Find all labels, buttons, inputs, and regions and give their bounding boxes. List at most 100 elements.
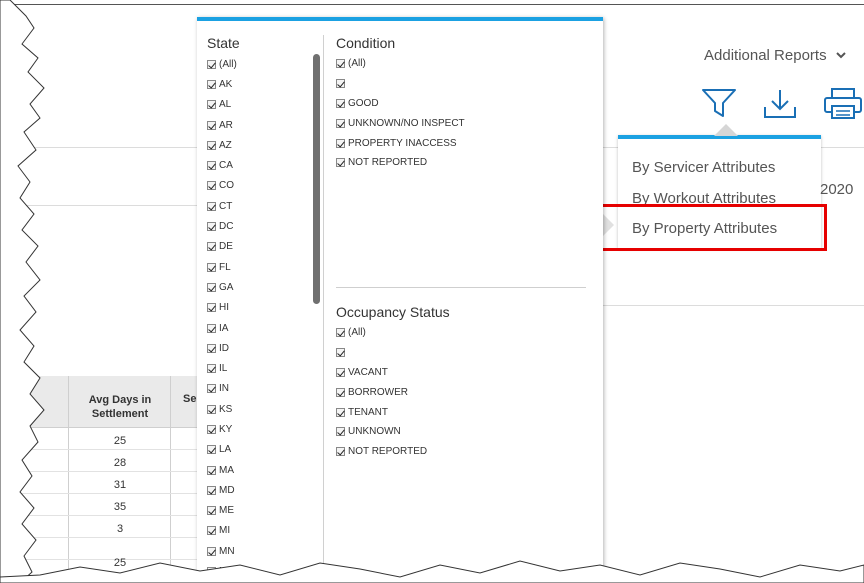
state-option[interactable]: AL (207, 95, 317, 115)
state-option-label: DE (219, 241, 233, 253)
condition-option[interactable]: (All) (336, 54, 586, 74)
checkbox[interactable] (207, 282, 216, 292)
checkbox[interactable] (336, 407, 345, 417)
state-scrollbar[interactable] (313, 54, 320, 304)
checkbox[interactable] (207, 465, 216, 475)
checkbox[interactable] (207, 526, 216, 536)
condition-option[interactable]: GOOD (336, 94, 586, 114)
state-option[interactable]: ME (207, 501, 317, 521)
column-header-avg-days[interactable]: Avg Days in Settlement (72, 393, 168, 421)
condition-option[interactable] (336, 74, 586, 94)
checkbox[interactable] (207, 242, 216, 252)
checkbox[interactable] (336, 158, 345, 168)
checkbox[interactable] (207, 100, 216, 110)
state-option[interactable]: CA (207, 155, 317, 175)
occupancy-option-label: TENANT (348, 406, 388, 418)
state-option-label: AL (219, 99, 232, 111)
state-option[interactable]: MA (207, 460, 317, 480)
state-option-label: ME (219, 505, 234, 517)
menu-caret (714, 124, 738, 136)
checkbox[interactable] (207, 140, 216, 150)
state-option[interactable]: AZ (207, 135, 317, 155)
date-fragment: 2020 (820, 181, 854, 198)
state-option-label: DC (219, 221, 234, 233)
state-option[interactable]: IN (207, 379, 317, 399)
checkbox[interactable] (336, 328, 345, 338)
checkbox[interactable] (207, 323, 216, 333)
state-option[interactable]: HI (207, 298, 317, 318)
column-header-partial[interactable]: Se (183, 393, 196, 405)
checkbox[interactable] (207, 303, 216, 313)
state-option[interactable]: MI (207, 521, 317, 541)
checkbox[interactable] (336, 79, 345, 89)
filter-panel: State (All) AK AL AR AZ CA CO CT DC DE FL GA HI IA ID I… (197, 17, 603, 583)
state-option-label: FL (219, 261, 231, 273)
state-option[interactable]: DE (207, 237, 317, 257)
checkbox[interactable] (207, 404, 216, 414)
occupancy-option[interactable]: NOT REPORTED (336, 442, 586, 462)
checkbox[interactable] (207, 79, 216, 89)
state-option[interactable]: CO (207, 176, 317, 196)
checkbox[interactable] (207, 59, 216, 69)
occupancy-option[interactable]: (All) (336, 323, 586, 343)
checkbox[interactable] (207, 161, 216, 171)
state-option[interactable]: IA (207, 318, 317, 338)
checkbox[interactable] (207, 201, 216, 211)
condition-option[interactable]: PROPERTY INACCESS (336, 133, 586, 153)
state-option[interactable]: IL (207, 358, 317, 378)
checkbox[interactable] (336, 387, 345, 397)
occupancy-option[interactable]: VACANT (336, 363, 586, 383)
checkbox[interactable] (207, 222, 216, 232)
checkbox[interactable] (336, 427, 345, 437)
occupancy-option[interactable]: TENANT (336, 402, 586, 422)
state-option[interactable]: AR (207, 115, 317, 135)
condition-option[interactable]: UNKNOWN/NO INSPECT (336, 113, 586, 133)
checkbox[interactable] (336, 98, 345, 108)
table-cell: 3 (116, 523, 124, 535)
state-option[interactable]: GA (207, 277, 317, 297)
state-option[interactable]: KY (207, 419, 317, 439)
state-option[interactable]: MD (207, 480, 317, 500)
checkbox[interactable] (207, 262, 216, 272)
checkbox[interactable] (207, 120, 216, 130)
checkbox[interactable] (207, 506, 216, 516)
checkbox[interactable] (207, 343, 216, 353)
state-option-label: CO (219, 180, 234, 192)
checkbox[interactable] (336, 367, 345, 377)
state-filter-title: State (207, 35, 240, 51)
checkbox[interactable] (207, 364, 216, 374)
state-option[interactable]: KS (207, 399, 317, 419)
state-option-label: AK (219, 78, 233, 90)
state-option[interactable]: (All) (207, 54, 317, 74)
additional-reports-dropdown[interactable]: Additional Reports (704, 47, 847, 64)
condition-option[interactable]: NOT REPORTED (336, 153, 586, 173)
state-option[interactable]: LA (207, 440, 317, 460)
menu-item-servicer-attributes[interactable]: By Servicer Attributes (632, 159, 775, 176)
checkbox[interactable] (336, 118, 345, 128)
download-icon[interactable] (762, 87, 798, 126)
state-option[interactable]: CT (207, 196, 317, 216)
top-border (0, 4, 864, 5)
checkbox[interactable] (336, 138, 345, 148)
checkbox[interactable] (207, 485, 216, 495)
checkbox[interactable] (336, 59, 345, 69)
checkbox[interactable] (207, 181, 216, 191)
screenshot-canvas: Additional Reports By Servicer Attribute… (0, 0, 864, 583)
occupancy-option[interactable]: BORROWER (336, 382, 586, 402)
occupancy-option[interactable] (336, 343, 586, 363)
torn-edge-bottom (0, 560, 864, 583)
additional-reports-label: Additional Reports (704, 47, 827, 64)
print-icon[interactable] (822, 87, 864, 126)
checkbox[interactable] (207, 445, 216, 455)
checkbox[interactable] (207, 384, 216, 394)
checkbox[interactable] (207, 424, 216, 434)
state-option[interactable]: DC (207, 216, 317, 236)
occupancy-option[interactable]: UNKNOWN (336, 422, 586, 442)
state-option[interactable]: AK (207, 74, 317, 94)
state-option[interactable]: FL (207, 257, 317, 277)
state-option[interactable]: ID (207, 338, 317, 358)
filter-icon[interactable] (700, 87, 738, 124)
occupancy-option-label: (All) (348, 327, 366, 339)
checkbox[interactable] (336, 447, 345, 457)
checkbox[interactable] (336, 348, 345, 358)
